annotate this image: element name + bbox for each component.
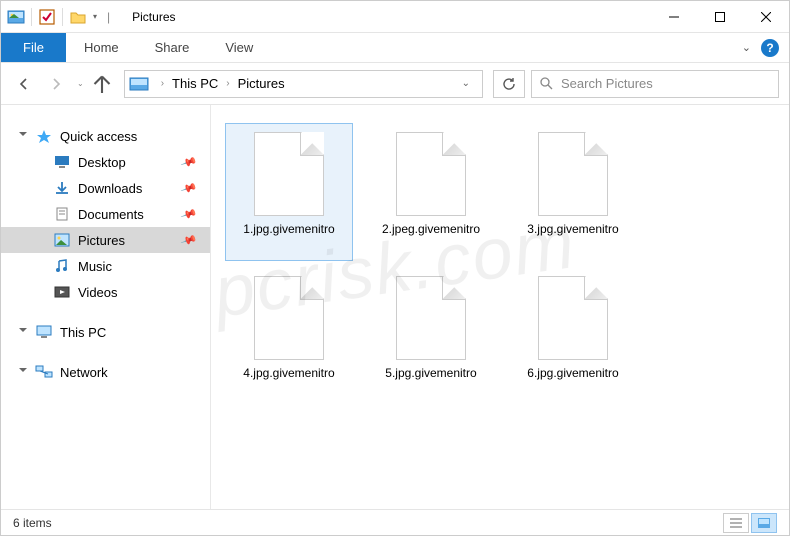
sidebar-item-label: Music [78, 259, 112, 274]
chevron-right-icon[interactable]: › [220, 78, 235, 89]
ribbon-tab-share[interactable]: Share [137, 33, 208, 62]
titlebar: ▾ | Pictures [1, 1, 789, 33]
sidebar-item-label: Downloads [78, 181, 142, 196]
sidebar-item-videos[interactable]: Videos [1, 279, 210, 305]
music-icon [53, 259, 71, 273]
file-icon [254, 132, 324, 216]
ribbon-tab-home[interactable]: Home [66, 33, 137, 62]
monitor-icon [35, 325, 53, 339]
qat-dropdown-icon[interactable]: ▾ [93, 12, 97, 21]
statusbar: 6 items [1, 509, 789, 535]
qat-folder-icon[interactable] [69, 8, 87, 26]
address-bar[interactable]: › This PC › Pictures ⌄ [124, 70, 483, 98]
breadcrumb-item[interactable]: Pictures [236, 76, 287, 91]
sidebar-item-pictures[interactable]: Pictures 📌 [1, 227, 210, 253]
sidebar-item-documents[interactable]: Documents 📌 [1, 201, 210, 227]
search-icon [540, 77, 553, 90]
sidebar-item-desktop[interactable]: Desktop 📌 [1, 149, 210, 175]
sidebar-item-music[interactable]: Music [1, 253, 210, 279]
sidebar-item-label: Videos [78, 285, 118, 300]
minimize-button[interactable] [651, 1, 697, 33]
view-icons-button[interactable] [751, 513, 777, 533]
chevron-right-icon[interactable]: › [155, 78, 170, 89]
file-icon [396, 132, 466, 216]
file-pane[interactable]: 1.jpg.givemenitro 2.jpeg.givemenitro 3.jpg… [211, 105, 789, 509]
file-name: 5.jpg.givemenitro [381, 366, 480, 381]
window-title: Pictures [132, 10, 175, 24]
sidebar-item-label: Desktop [78, 155, 126, 170]
documents-icon [53, 207, 71, 221]
breadcrumb-item[interactable]: This PC [170, 76, 220, 91]
address-dropdown-icon[interactable]: ⌄ [454, 78, 478, 89]
pin-icon: 📌 [180, 179, 198, 197]
file-name: 6.jpg.givemenitro [523, 366, 622, 381]
pin-icon: 📌 [180, 153, 198, 171]
sidebar-network[interactable]: Network [1, 359, 210, 385]
desktop-icon [53, 155, 71, 169]
file-tile[interactable]: 4.jpg.givemenitro [225, 267, 353, 405]
view-details-button[interactable] [723, 513, 749, 533]
ribbon-tab-view[interactable]: View [207, 33, 271, 62]
file-icon [538, 276, 608, 360]
ribbon-collapse-icon[interactable]: ⌄ [742, 41, 751, 54]
pin-icon: 📌 [180, 231, 198, 249]
search-placeholder: Search Pictures [561, 76, 653, 91]
address-folder-icon [129, 76, 149, 92]
close-button[interactable] [743, 1, 789, 33]
file-name: 4.jpg.givemenitro [239, 366, 338, 381]
network-icon [35, 365, 53, 379]
downloads-icon [53, 181, 71, 195]
sidebar-item-label: Documents [78, 207, 144, 222]
status-item-count: 6 items [13, 516, 52, 530]
file-icon [538, 132, 608, 216]
ribbon-file-tab[interactable]: File [1, 33, 66, 62]
file-tile[interactable]: 3.jpg.givemenitro [509, 123, 637, 261]
videos-icon [53, 285, 71, 299]
ribbon: File Home Share View ⌄ ? [1, 33, 789, 63]
qat-checkbox-icon[interactable] [38, 8, 56, 26]
file-name: 3.jpg.givemenitro [523, 222, 622, 237]
file-icon [254, 276, 324, 360]
pin-icon: 📌 [180, 205, 198, 223]
file-tile[interactable]: 6.jpg.givemenitro [509, 267, 637, 405]
sidebar-item-label: Pictures [78, 233, 125, 248]
pictures-icon [53, 233, 71, 247]
app-icon [7, 8, 25, 26]
sidebar-this-pc[interactable]: This PC [1, 319, 210, 345]
forward-button[interactable] [43, 71, 69, 97]
nav-history-dropdown-icon[interactable]: ⌄ [77, 79, 84, 88]
search-input[interactable]: Search Pictures [531, 70, 779, 98]
help-icon[interactable]: ? [761, 39, 779, 57]
file-tile[interactable]: 1.jpg.givemenitro [225, 123, 353, 261]
file-tile[interactable]: 5.jpg.givemenitro [367, 267, 495, 405]
sidebar-label: This PC [60, 325, 106, 340]
file-name: 2.jpeg.givemenitro [378, 222, 484, 237]
sidebar-item-downloads[interactable]: Downloads 📌 [1, 175, 210, 201]
file-name: 1.jpg.givemenitro [239, 222, 338, 237]
back-button[interactable] [11, 71, 37, 97]
maximize-button[interactable] [697, 1, 743, 33]
refresh-button[interactable] [493, 70, 525, 98]
sidebar: Quick access Desktop📌Downloads📌Documents… [1, 105, 211, 509]
sidebar-quick-access[interactable]: Quick access [1, 123, 210, 149]
sidebar-label: Network [60, 365, 108, 380]
up-button[interactable] [90, 72, 114, 96]
navbar: ⌄ › This PC › Pictures ⌄ Search Pictures [1, 63, 789, 105]
sidebar-label: Quick access [60, 129, 137, 144]
file-icon [396, 276, 466, 360]
star-icon [35, 129, 53, 143]
file-tile[interactable]: 2.jpeg.givemenitro [367, 123, 495, 261]
